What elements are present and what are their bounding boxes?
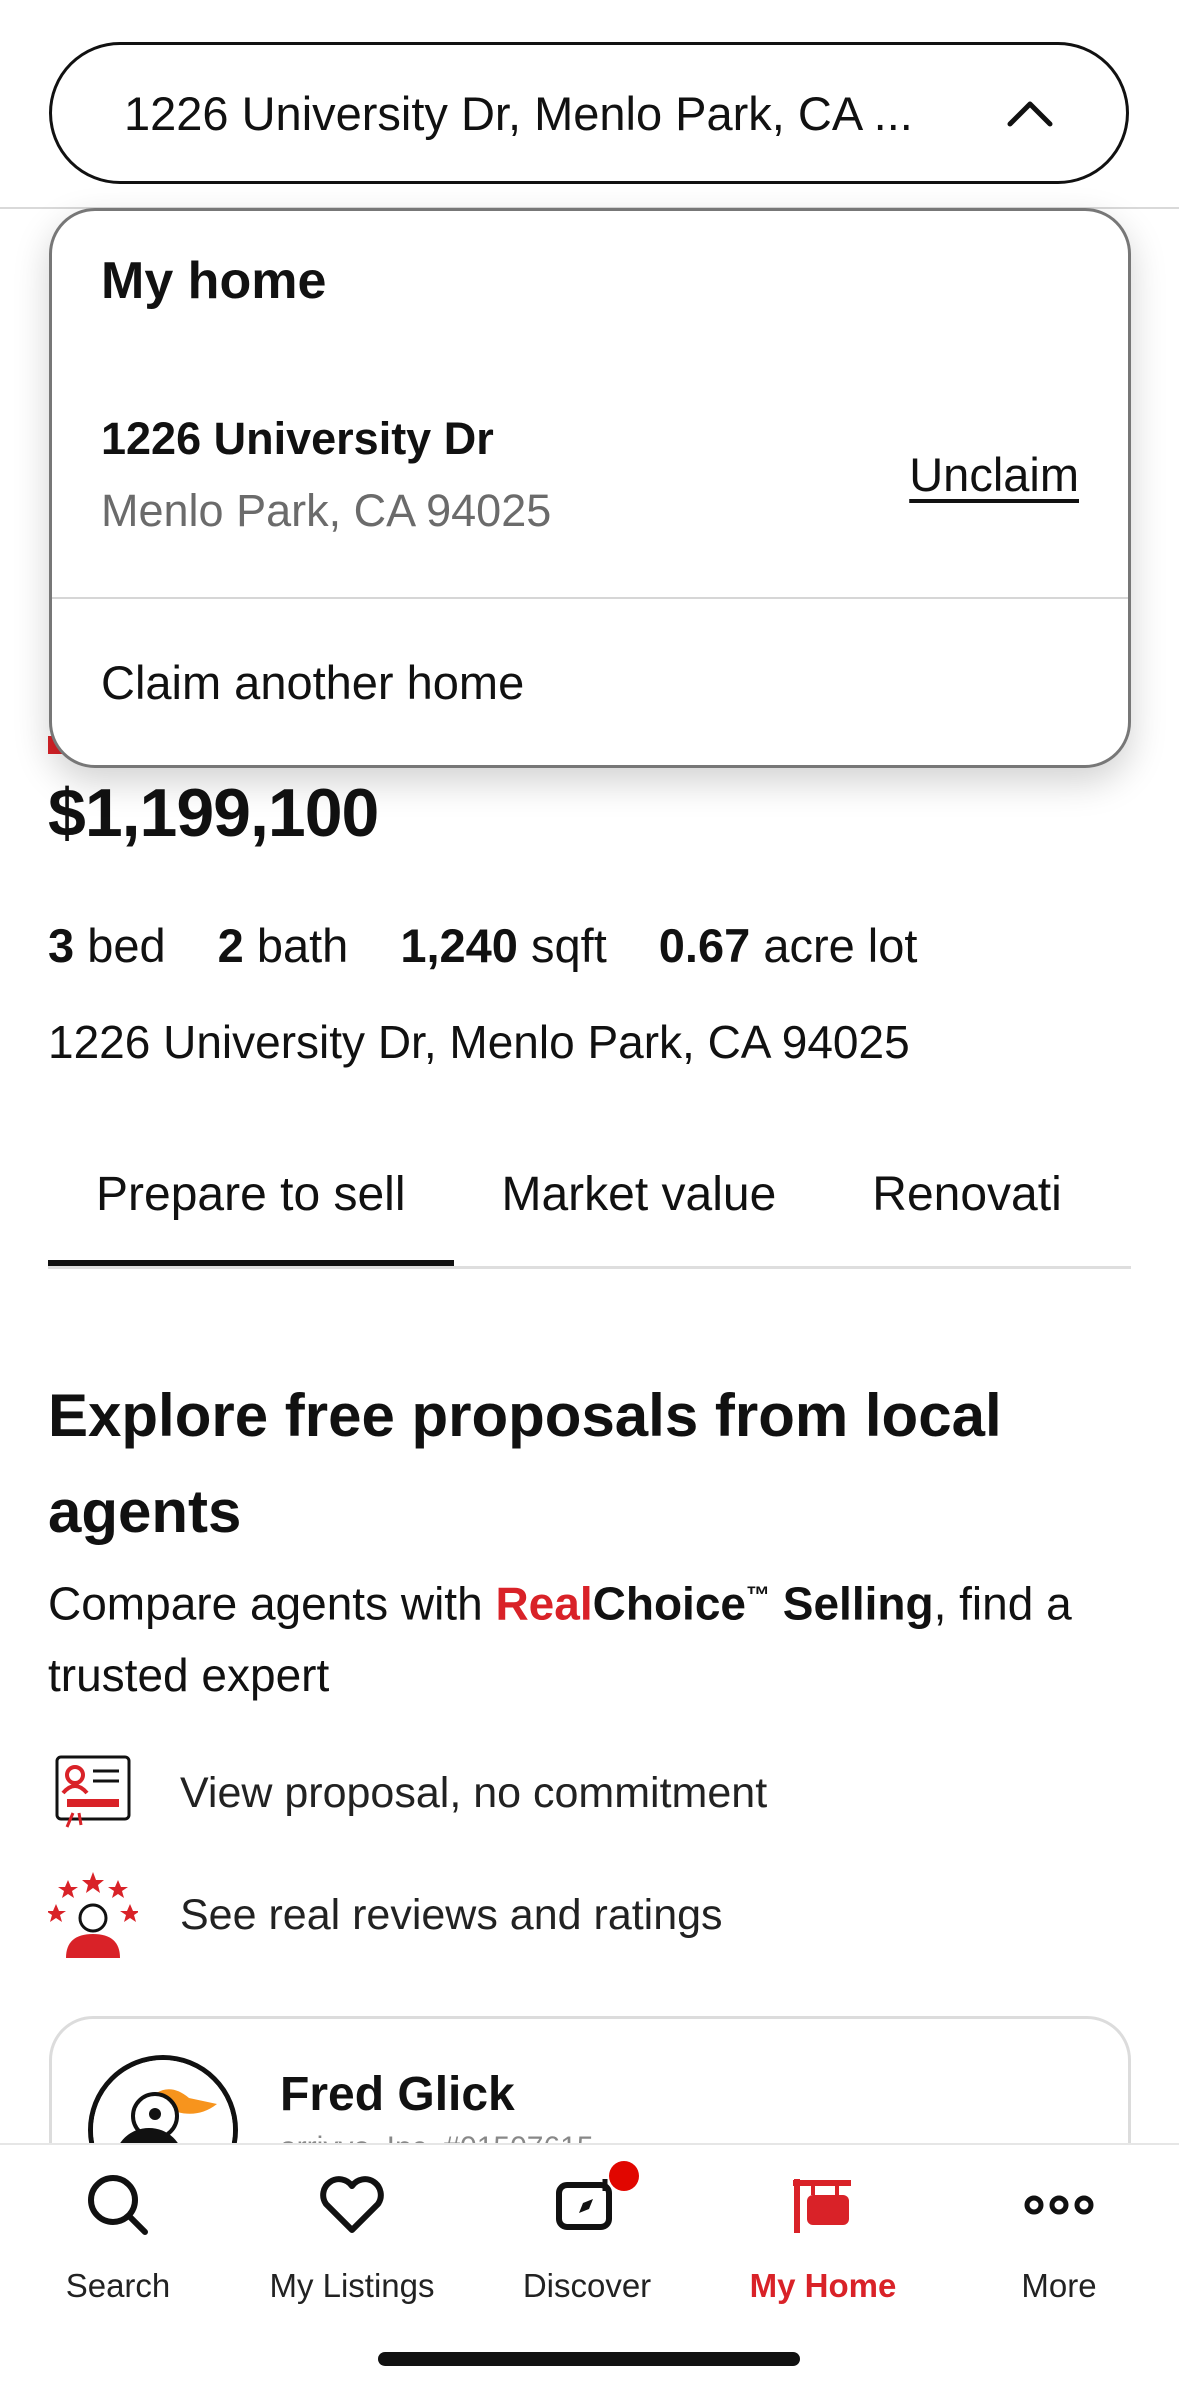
property-address: 1226 University Dr, Menlo Park, CA 94025 xyxy=(48,1016,910,1068)
feature-view-proposal-text: View proposal, no commitment xyxy=(180,1768,768,1817)
more-dots-icon xyxy=(1019,2165,1099,2245)
discover-icon xyxy=(547,2161,639,2245)
spec-beds: 3 bed xyxy=(48,919,166,972)
dropdown-home-city: Menlo Park, CA 94025 xyxy=(101,485,552,536)
nav-my-listings[interactable]: My Listings xyxy=(237,2165,467,2305)
home-indicator xyxy=(378,2352,800,2366)
chevron-up-icon[interactable] xyxy=(1000,83,1060,143)
dropdown-title: My home xyxy=(101,252,327,310)
dropdown-divider xyxy=(52,597,1128,599)
proposal-document-icon xyxy=(48,1748,138,1838)
nav-search[interactable]: Search xyxy=(3,2165,233,2305)
discover-notification-badge xyxy=(609,2161,639,2191)
brand-selling: Selling xyxy=(770,1577,934,1630)
tab-market-value[interactable]: Market value xyxy=(454,1155,825,1266)
tab-prepare-to-sell[interactable]: Prepare to sell xyxy=(48,1155,454,1266)
my-home-dropdown: My home 1226 University Dr Menlo Park, C… xyxy=(49,208,1131,768)
home-price: $1,199,100 xyxy=(48,775,379,851)
nav-more[interactable]: More xyxy=(944,2165,1174,2305)
search-icon xyxy=(78,2165,158,2245)
home-sign-icon xyxy=(783,2165,863,2245)
dropdown-home-street[interactable]: 1226 University Dr xyxy=(101,413,494,465)
claim-another-home-button[interactable]: Claim another home xyxy=(101,655,524,710)
explore-subtitle: Compare agents with RealChoice™ Selling,… xyxy=(48,1577,1072,1702)
nav-discover[interactable]: Discover xyxy=(472,2161,702,2305)
nav-my-home[interactable]: My Home xyxy=(708,2165,938,2305)
heart-icon xyxy=(312,2165,392,2245)
tab-renovations[interactable]: Renovati xyxy=(824,1155,1109,1266)
brand-choice: Choice xyxy=(592,1577,746,1630)
feature-reviews-text: See real reviews and ratings xyxy=(180,1890,723,1939)
agent-name: Fred Glick xyxy=(280,2068,515,2121)
feature-reviews: See real reviews and ratings xyxy=(48,1870,723,1960)
address-selector-label: 1226 University Dr, Menlo Park, CA ... xyxy=(124,86,913,140)
explore-title: Explore free proposals from local agents xyxy=(48,1382,1002,1545)
unclaim-link[interactable]: Unclaim xyxy=(909,447,1079,502)
property-tabs: Prepare to sell Market value Renovati xyxy=(48,1155,1131,1269)
feature-view-proposal: View proposal, no commitment xyxy=(48,1748,767,1838)
address-selector[interactable]: 1226 University Dr, Menlo Park, CA ... xyxy=(49,42,1129,184)
property-specs: 3 bed 2 bath 1,240 sqft 0.67 acre lot xyxy=(48,918,917,973)
spec-baths: 2 bath xyxy=(217,919,349,972)
spec-lot: 0.67 acre lot xyxy=(658,919,918,972)
brand-real: Real xyxy=(495,1577,593,1630)
reviews-stars-icon xyxy=(48,1870,138,1960)
spec-sqft: 1,240 sqft xyxy=(400,919,607,972)
